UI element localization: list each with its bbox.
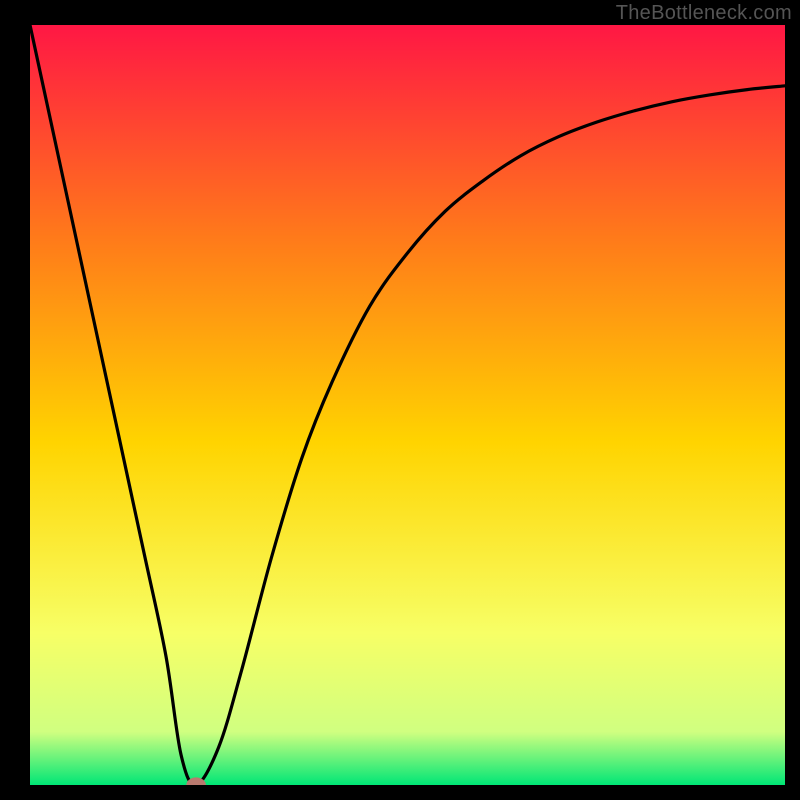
watermark-text: TheBottleneck.com [616, 2, 792, 25]
gradient-background [30, 25, 785, 785]
frame-bottom [0, 785, 800, 800]
frame-left [0, 0, 30, 800]
chart-stage: TheBottleneck.com [0, 0, 800, 800]
frame-right [785, 0, 800, 800]
bottleneck-chart [0, 0, 800, 800]
